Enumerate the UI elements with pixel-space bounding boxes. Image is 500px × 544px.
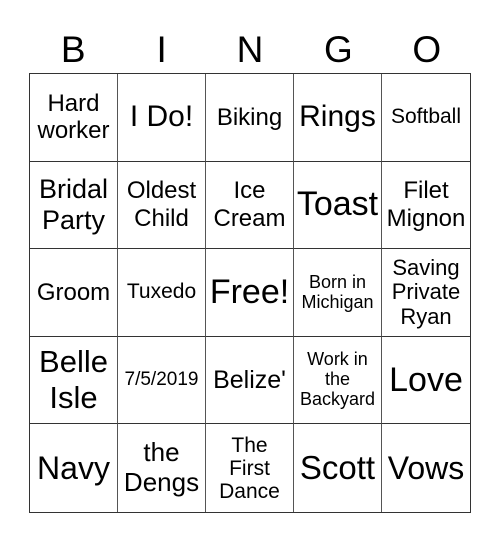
bingo-cell[interactable]: Groom [30,249,118,337]
bingo-header: B I N G O [29,28,471,72]
bingo-cell[interactable]: Oldest Child [118,161,206,250]
bingo-cell[interactable]: the Dengs [118,424,206,512]
bingo-cell[interactable]: Tuxedo [118,249,206,337]
bingo-cell[interactable]: The First Dance [206,424,294,512]
header-letter-o: O [412,29,442,70]
bingo-cell[interactable]: Toast [294,161,382,250]
bingo-cell[interactable]: Ice Cream [206,161,294,250]
bingo-cell[interactable]: Softball [382,74,470,162]
bingo-cell[interactable]: Rings [294,74,382,162]
free-space-cell[interactable]: Free! [206,249,294,337]
bingo-cell[interactable]: Navy [30,424,118,512]
bingo-cell[interactable]: Born in Michigan [294,249,382,337]
bingo-cell[interactable]: Scott [294,424,382,512]
header-letter-g: G [323,29,353,70]
bingo-cell[interactable]: I Do! [118,74,206,162]
bingo-cell[interactable]: Bridal Party [30,161,118,250]
header-letter-i: I [156,29,167,70]
bingo-cell[interactable]: 7/5/2019 [118,336,206,425]
bingo-cell[interactable]: Biking [206,74,294,162]
bingo-cell[interactable]: Hard worker [30,74,118,162]
bingo-cell[interactable]: Saving Private Ryan [382,249,470,337]
bingo-card-grid: Hard worker I Do! Biking Rings Softball … [29,73,471,513]
bingo-cell[interactable]: Love [382,337,470,425]
bingo-cell[interactable]: Filet Mignon [382,162,470,250]
bingo-cell[interactable]: Belize' [206,336,294,425]
bingo-cell[interactable]: Vows [382,424,470,512]
bingo-cell[interactable]: Belle Isle [30,336,118,425]
header-letter-n: N [236,29,264,70]
bingo-cell[interactable]: Work in the Backyard [294,336,382,425]
header-letter-b: B [60,29,86,70]
